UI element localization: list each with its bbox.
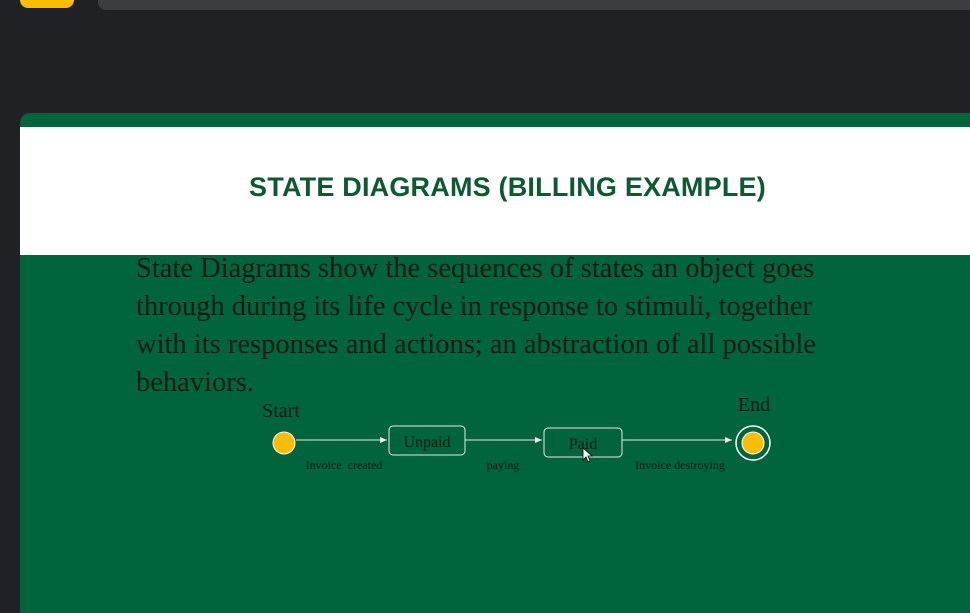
transition-label-created: Invoice created (306, 458, 383, 472)
start-node (272, 431, 296, 455)
presentation-slide: STATE DIAGRAMS (BILLING EXAMPLE) State D… (20, 113, 970, 613)
start-label: Start (262, 400, 300, 422)
end-label: End (738, 394, 770, 416)
state-diagram: Start End Unpaid Paid Invoice created pa… (262, 394, 771, 472)
toolbar-bar (98, 0, 970, 10)
toolbar-accent-button[interactable] (20, 0, 74, 8)
transition-label-destroying: Invoice destroying (635, 458, 725, 472)
transition-label-paying: paying (487, 458, 520, 472)
end-node (741, 431, 765, 455)
state-unpaid-label: Unpaid (403, 434, 450, 451)
